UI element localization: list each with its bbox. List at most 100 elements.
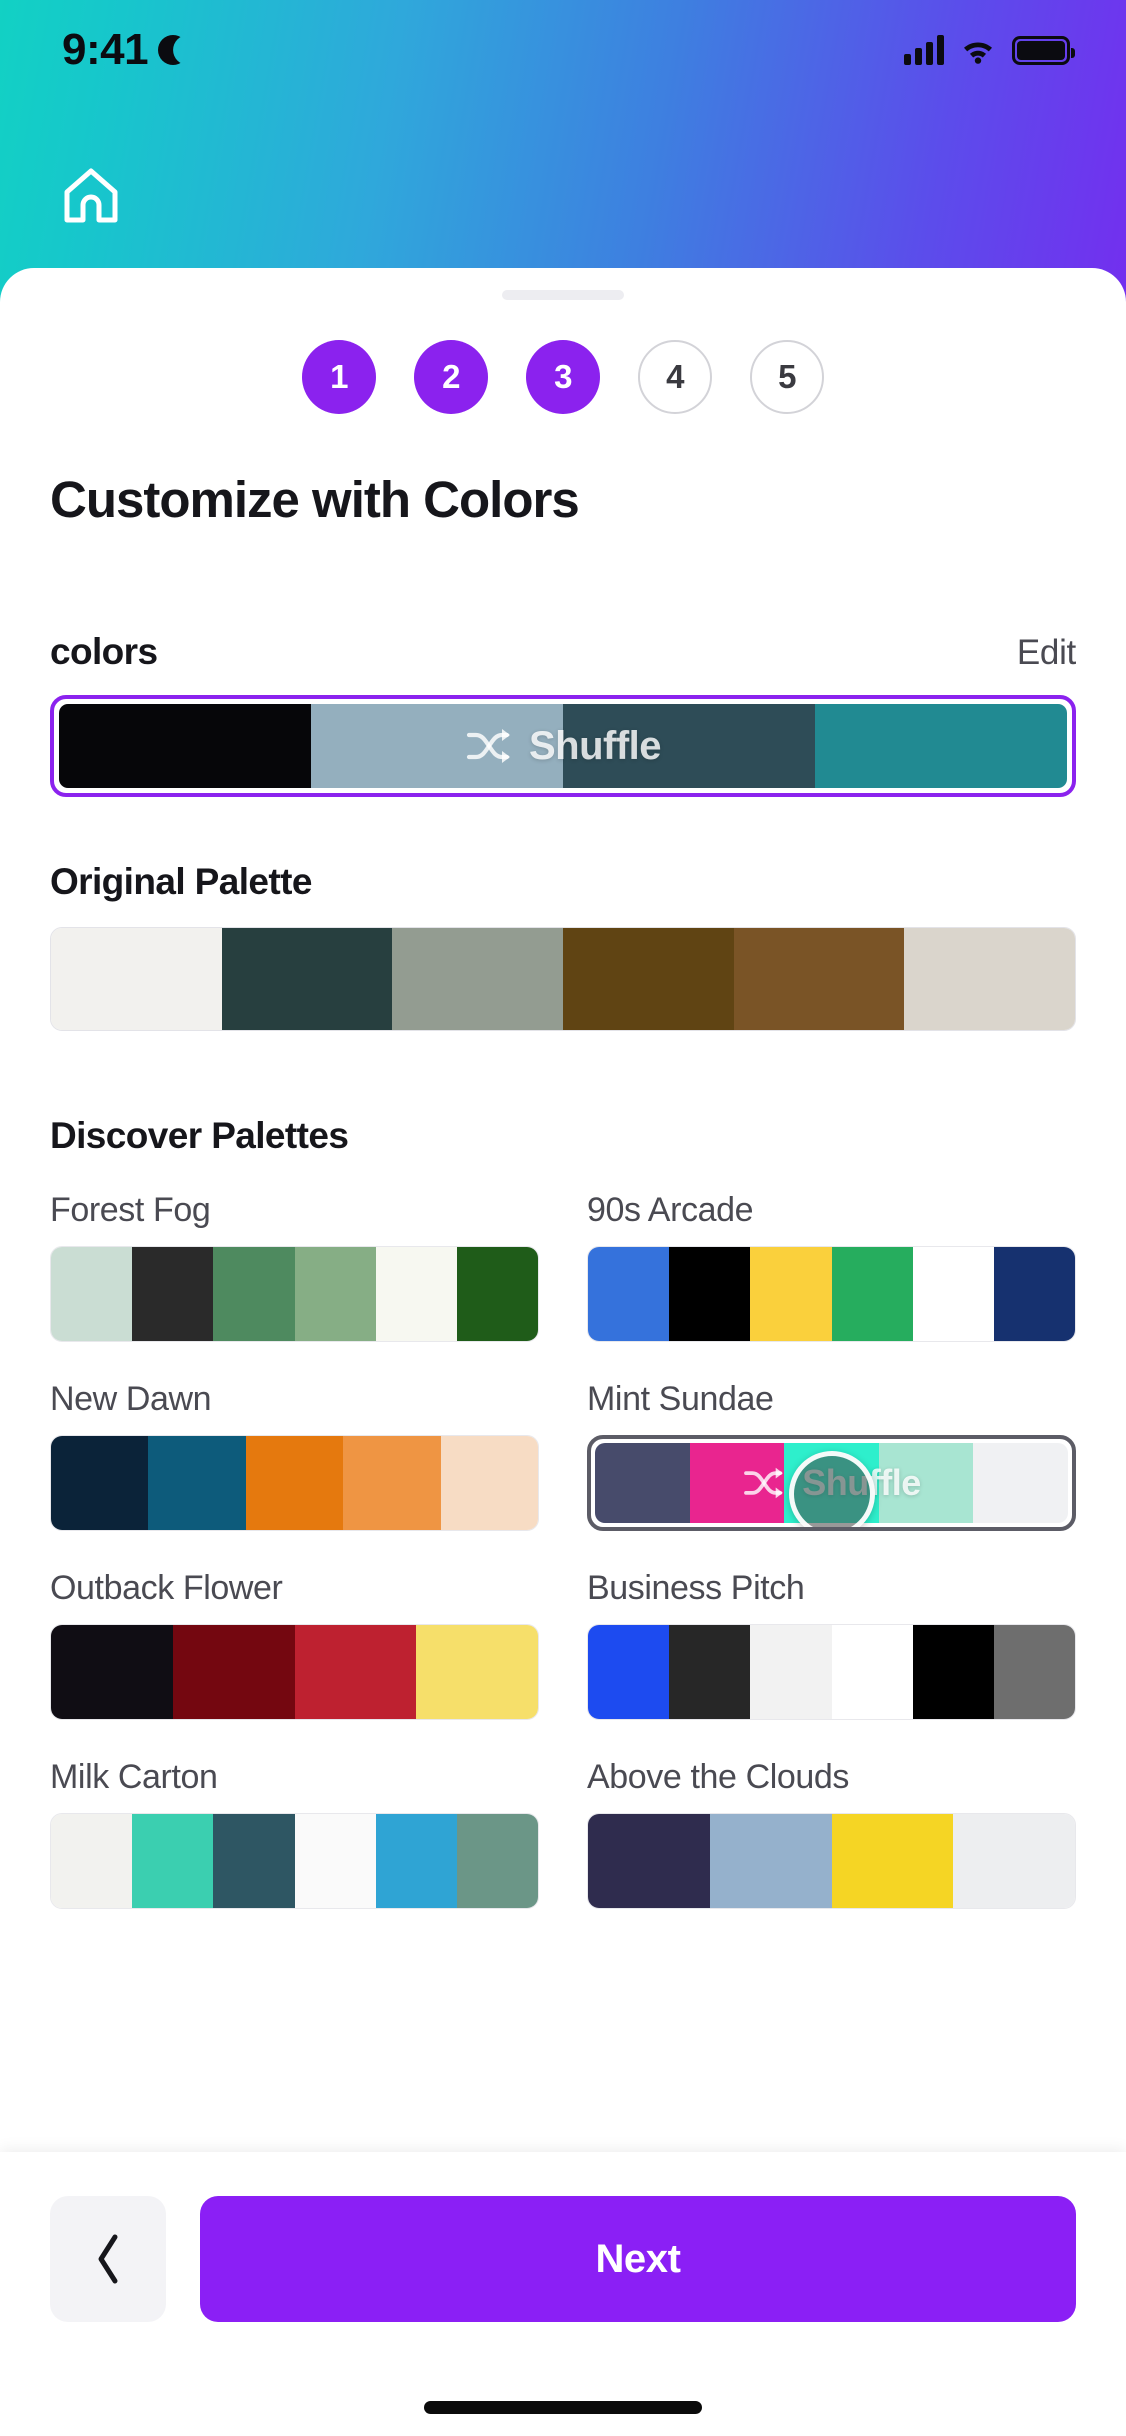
swatch-row — [51, 1814, 538, 1908]
original-palette[interactable] — [50, 927, 1076, 1031]
swatch-4 — [375, 1814, 457, 1908]
swatch-2 — [750, 1247, 832, 1341]
palette-swatch-strip[interactable] — [50, 1624, 539, 1720]
swatch-5 — [993, 1625, 1075, 1719]
palette-swatch-strip[interactable]: Shuffle — [587, 1435, 1076, 1531]
page-title: Customize with Colors — [50, 471, 580, 528]
swatch-row — [588, 1814, 1075, 1908]
palette-name: New Dawn — [50, 1380, 212, 1418]
edit-colors-link[interactable]: Edit — [1017, 633, 1076, 673]
wifi-icon — [960, 36, 996, 64]
swatch-4 — [973, 1443, 1068, 1523]
swatch-4 — [733, 928, 905, 1030]
moon-icon — [158, 35, 188, 65]
home-indicator — [424, 2401, 702, 2414]
swatch-1 — [221, 928, 393, 1030]
step-5[interactable]: 5 — [750, 340, 824, 414]
discover-palettes-grid: Forest Fog 90s Arcade New Dawn Mint Sundae S… — [50, 1191, 1076, 1947]
selected-swatch-strip — [59, 704, 1067, 788]
bottom-action-bar: Next — [0, 2152, 1126, 2436]
palette-card[interactable]: New Dawn — [50, 1380, 539, 1531]
status-bar-left: 9:41 — [62, 25, 188, 75]
swatch-2 — [294, 1625, 417, 1719]
swatch-row — [588, 1247, 1075, 1341]
drag-handle[interactable] — [502, 290, 624, 300]
swatch-3 — [815, 704, 1067, 788]
palette-card[interactable]: 90s Arcade — [587, 1191, 1076, 1342]
swatch-2 — [563, 704, 815, 788]
palette-card[interactable]: Outback Flower — [50, 1569, 539, 1720]
swatch-0 — [51, 1247, 133, 1341]
bottom-sheet: 1 2 3 4 5 Customize with Colors colors E… — [0, 268, 1126, 2436]
palette-name: Business Pitch — [587, 1569, 805, 1607]
step-1[interactable]: 1 — [302, 340, 376, 414]
swatch-2 — [245, 1436, 344, 1530]
palette-card[interactable]: Forest Fog — [50, 1191, 539, 1342]
swatch-1 — [132, 1247, 214, 1341]
swatch-0 — [588, 1247, 670, 1341]
palette-swatch-strip[interactable] — [50, 1813, 539, 1909]
selected-palette-inner: Shuffle — [59, 704, 1067, 788]
swatch-0 — [51, 1814, 133, 1908]
swatch-1 — [669, 1247, 751, 1341]
swatch-1 — [311, 704, 563, 788]
swatch-0 — [59, 704, 311, 788]
swatch-1 — [669, 1625, 751, 1719]
palette-swatch-strip[interactable] — [50, 1435, 539, 1531]
swatch-0 — [51, 928, 222, 1030]
swatch-1 — [689, 1443, 785, 1523]
palette-card[interactable]: Milk Carton — [50, 1758, 539, 1909]
swatch-0 — [51, 1625, 173, 1719]
swatch-row — [51, 1247, 538, 1341]
original-palette-title: Original Palette — [50, 861, 312, 902]
step-2[interactable]: 2 — [414, 340, 488, 414]
back-button[interactable] — [50, 2196, 166, 2322]
swatch-0 — [588, 1625, 670, 1719]
swatch-4 — [912, 1625, 994, 1719]
swatch-3 — [831, 1247, 913, 1341]
palette-name: Forest Fog — [50, 1191, 211, 1229]
palette-name: Outback Flower — [50, 1569, 283, 1607]
swatch-1 — [132, 1814, 214, 1908]
swatch-0 — [595, 1443, 690, 1523]
swatch-row — [51, 1625, 538, 1719]
swatch-5 — [456, 1814, 538, 1908]
swatch-0 — [588, 1814, 710, 1908]
palette-card[interactable]: Business Pitch — [587, 1569, 1076, 1720]
step-label: 3 — [554, 358, 572, 395]
swatch-5 — [993, 1247, 1075, 1341]
swatch-row — [51, 1436, 538, 1530]
step-3[interactable]: 3 — [526, 340, 600, 414]
swatch-3 — [563, 928, 734, 1030]
swatch-2 — [392, 928, 564, 1030]
selected-palette[interactable]: Shuffle — [50, 695, 1076, 797]
swatch-4 — [912, 1247, 994, 1341]
colors-section-label: colors — [50, 631, 158, 672]
home-button[interactable] — [62, 168, 120, 229]
palette-card[interactable]: Above the Clouds — [587, 1758, 1076, 1909]
swatch-3 — [294, 1247, 376, 1341]
step-label: 5 — [778, 358, 796, 395]
original-swatch-strip — [51, 928, 1075, 1030]
palette-swatch-strip[interactable] — [50, 1246, 539, 1342]
swatch-2 — [750, 1625, 832, 1719]
palette-name: Above the Clouds — [587, 1758, 849, 1796]
palette-card[interactable]: Mint Sundae Shuffle — [587, 1380, 1076, 1531]
palette-swatch-strip[interactable] — [587, 1813, 1076, 1909]
swatch-4 — [440, 1436, 538, 1530]
swatch-3 — [953, 1814, 1075, 1908]
next-button[interactable]: Next — [200, 2196, 1076, 2322]
chevron-left-icon — [98, 2234, 118, 2284]
palette-name: 90s Arcade — [587, 1191, 754, 1229]
step-4[interactable]: 4 — [638, 340, 712, 414]
status-time: 9:41 — [62, 25, 149, 74]
swatch-5 — [456, 1247, 538, 1341]
swatch-3 — [831, 1625, 913, 1719]
swatch-5 — [904, 928, 1075, 1030]
swatch-0 — [51, 1436, 149, 1530]
palette-swatch-strip[interactable] — [587, 1624, 1076, 1720]
palette-swatch-strip[interactable] — [587, 1246, 1076, 1342]
swatch-3 — [416, 1625, 538, 1719]
swatch-1 — [148, 1436, 246, 1530]
step-label: 1 — [330, 358, 348, 395]
